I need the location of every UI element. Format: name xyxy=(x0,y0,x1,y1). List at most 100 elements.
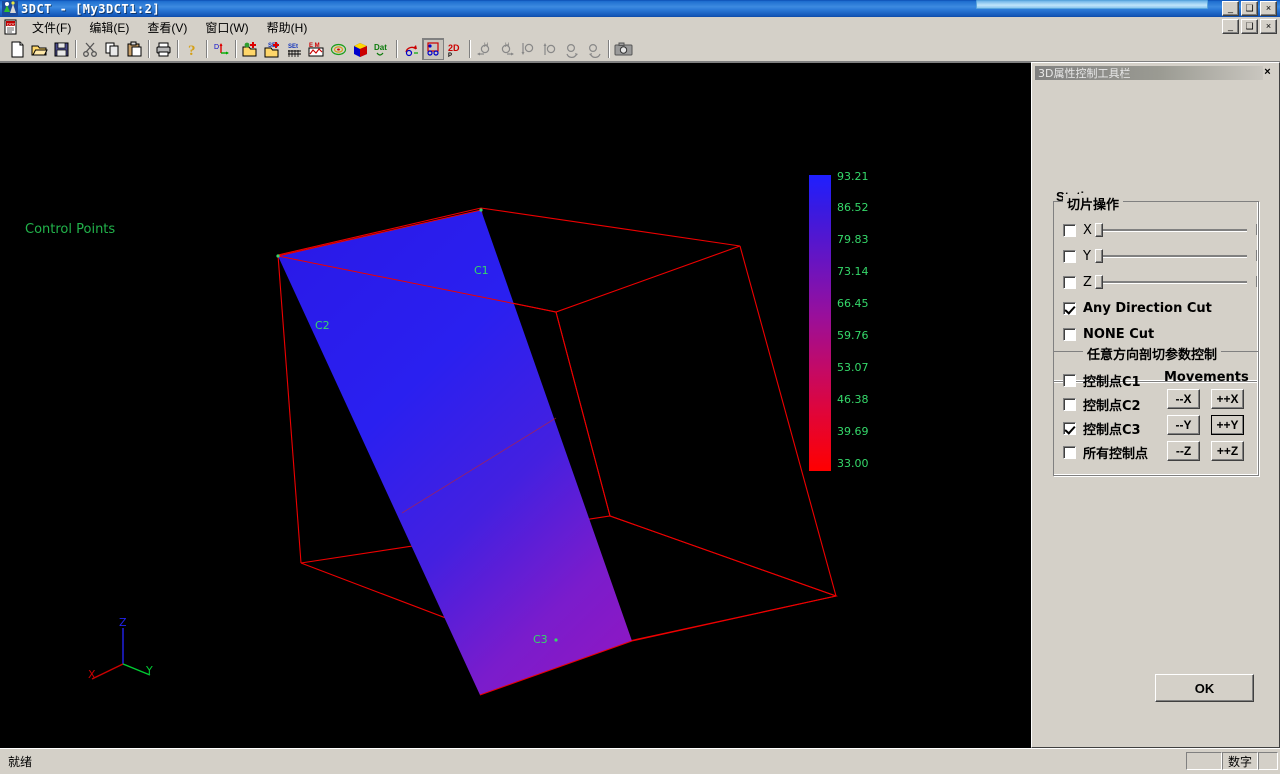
marker-dot-c1 xyxy=(479,208,483,212)
move-minus-z-button[interactable]: --Z xyxy=(1167,441,1200,461)
slider-thumb-x[interactable] xyxy=(1095,223,1103,237)
open-file-icon[interactable] xyxy=(28,38,50,60)
slider-thumb-y[interactable] xyxy=(1095,249,1103,263)
cut-icon[interactable] xyxy=(79,38,101,60)
mdi-client-area: Z X Y C1 C2 C3 Control Points C1 -0.66 -… xyxy=(0,62,1031,748)
contour-icon[interactable] xyxy=(327,38,349,60)
move-down-icon[interactable] xyxy=(517,38,539,60)
slider-track xyxy=(1103,281,1247,284)
menu-item-edit[interactable]: 编辑(E) xyxy=(80,17,138,38)
slider-track xyxy=(1103,255,1247,258)
status-pane-num: 数字 xyxy=(1222,752,1258,770)
colorbar-tick: 59.76 xyxy=(837,329,869,342)
svg-text:D: D xyxy=(214,44,219,51)
app-window-controls[interactable]: _ ❑ × xyxy=(1222,1,1277,16)
print-icon[interactable] xyxy=(152,38,174,60)
colorbar-tick: 33.00 xyxy=(837,457,869,470)
move-up-icon[interactable] xyxy=(539,38,561,60)
slice-axis-row-z[interactable]: Z xyxy=(1063,275,1092,290)
menu-item-help[interactable]: 帮助(H) xyxy=(258,17,317,38)
mdi-close-button[interactable]: × xyxy=(1260,19,1277,34)
checkbox-none-cut[interactable] xyxy=(1063,328,1076,341)
checkbox-control-point-c2[interactable] xyxy=(1063,398,1076,411)
checkbox-row-control-point-c1[interactable]: 控制点C1 xyxy=(1063,371,1141,390)
menu-item-file[interactable]: 文件(F) xyxy=(23,17,80,38)
checkbox-control-point-c3[interactable] xyxy=(1063,422,1076,435)
slice-axis-row-x[interactable]: X xyxy=(1063,223,1092,238)
toolbar-separator xyxy=(232,39,239,59)
rotate-cw-icon[interactable] xyxy=(561,38,583,60)
set-grid-icon[interactable]: SEt xyxy=(283,38,305,60)
em-curve-icon[interactable]: E M xyxy=(305,38,327,60)
label-control-point-c3: 控制点C3 xyxy=(1083,423,1141,438)
move-right-icon[interactable]: H xyxy=(495,38,517,60)
move-left-icon[interactable]: H xyxy=(473,38,495,60)
marker-dot-c3 xyxy=(554,638,558,642)
checkbox-row-all-control-points[interactable]: 所有控制点 xyxy=(1063,443,1148,462)
toolbar-separator xyxy=(393,39,400,59)
solid-cube-icon[interactable] xyxy=(349,38,371,60)
main-toolbar[interactable]: ? D SEt SEt E M Dat 2DP H H xyxy=(0,37,1280,62)
checkbox-control-point-c1[interactable] xyxy=(1063,374,1076,387)
slider-thumb-z[interactable] xyxy=(1095,275,1103,289)
new-file-icon[interactable] xyxy=(6,38,28,60)
coordinate-axes-icon[interactable]: D xyxy=(210,38,232,60)
app-minimize-button[interactable]: _ xyxy=(1222,1,1239,16)
3d-viewport[interactable]: Z X Y C1 C2 C3 Control Points C1 -0.66 -… xyxy=(0,63,1031,748)
checkbox-row-none-cut[interactable]: NONE Cut xyxy=(1063,327,1154,342)
colorbar-tick: 66.45 xyxy=(837,297,869,310)
statusbar: 就绪 数字 xyxy=(0,748,1280,774)
toolbar-separator xyxy=(174,39,181,59)
checkbox-slice-z[interactable] xyxy=(1063,276,1076,289)
menu-item-window[interactable]: 窗口(W) xyxy=(196,17,257,38)
panel-caption-bar[interactable]: 3D属性控制工具栏 xyxy=(1035,66,1263,80)
cut-plane xyxy=(278,210,632,695)
3d-scene xyxy=(91,207,839,696)
mdi-minimize-button[interactable]: _ xyxy=(1222,19,1239,34)
checkbox-slice-y[interactable] xyxy=(1063,250,1076,263)
menubar[interactable]: DOC 文件(F) 编辑(E) 查看(V) 窗口(W) 帮助(H) xyxy=(0,17,1280,37)
data-icon[interactable]: Dat xyxy=(371,38,393,60)
slider-endmark xyxy=(1256,276,1257,287)
checkbox-row-any-direction-cut[interactable]: Any Direction Cut xyxy=(1063,301,1212,316)
ok-button[interactable]: OK xyxy=(1155,674,1254,702)
move-minus-x-button[interactable]: --X xyxy=(1167,389,1200,409)
app-close-button[interactable]: × xyxy=(1260,1,1277,16)
slider-z[interactable] xyxy=(1095,274,1257,290)
mdi-restore-button[interactable]: ❑ xyxy=(1241,19,1258,34)
checkbox-all-control-points[interactable] xyxy=(1063,446,1076,459)
slider-x[interactable] xyxy=(1095,222,1257,238)
about-help-icon[interactable]: ? xyxy=(181,38,203,60)
mdi-window-controls[interactable]: _ ❑ × xyxy=(1222,19,1277,34)
app-maximize-button[interactable]: ❑ xyxy=(1241,1,1258,16)
slider-track xyxy=(1103,229,1247,232)
checkbox-slice-x[interactable] xyxy=(1063,224,1076,237)
move-minus-y-button[interactable]: --Y xyxy=(1167,415,1200,435)
property-control-panel: 3D属性控制工具栏 × Static 切片操作 X Y Z xyxy=(1031,62,1280,748)
move-plus-x-button[interactable]: ++X xyxy=(1211,389,1244,409)
rotate-axes-icon[interactable] xyxy=(400,38,422,60)
slice-axis-label-y: Y xyxy=(1083,249,1091,264)
move-plus-z-button[interactable]: ++Z xyxy=(1211,441,1244,461)
move-plus-y-button[interactable]: ++Y xyxy=(1211,415,1244,435)
slider-endmark xyxy=(1256,250,1257,261)
label-control-point-c2: 控制点C2 xyxy=(1083,399,1141,414)
copy-icon[interactable] xyxy=(101,38,123,60)
2d-plot-icon[interactable]: 2D P xyxy=(444,38,466,60)
checkbox-any-direction-cut[interactable] xyxy=(1063,302,1076,315)
checkbox-row-control-point-c2[interactable]: 控制点C2 xyxy=(1063,395,1141,414)
paste-icon[interactable] xyxy=(123,38,145,60)
rotate-ccw-icon[interactable] xyxy=(583,38,605,60)
checkbox-row-control-point-c3[interactable]: 控制点C3 xyxy=(1063,419,1141,438)
open-model-icon[interactable] xyxy=(239,38,261,60)
status-pane-3 xyxy=(1258,752,1278,770)
open-set-icon[interactable]: SEt xyxy=(261,38,283,60)
save-file-icon[interactable] xyxy=(50,38,72,60)
camera-snapshot-icon[interactable] xyxy=(612,38,634,60)
slice-cut-icon[interactable] xyxy=(422,38,444,60)
slice-axis-row-y[interactable]: Y xyxy=(1063,249,1091,264)
toolbar-separator xyxy=(145,39,152,59)
menu-item-view[interactable]: 查看(V) xyxy=(138,17,196,38)
slider-y[interactable] xyxy=(1095,248,1257,264)
close-icon[interactable]: × xyxy=(1261,66,1274,79)
